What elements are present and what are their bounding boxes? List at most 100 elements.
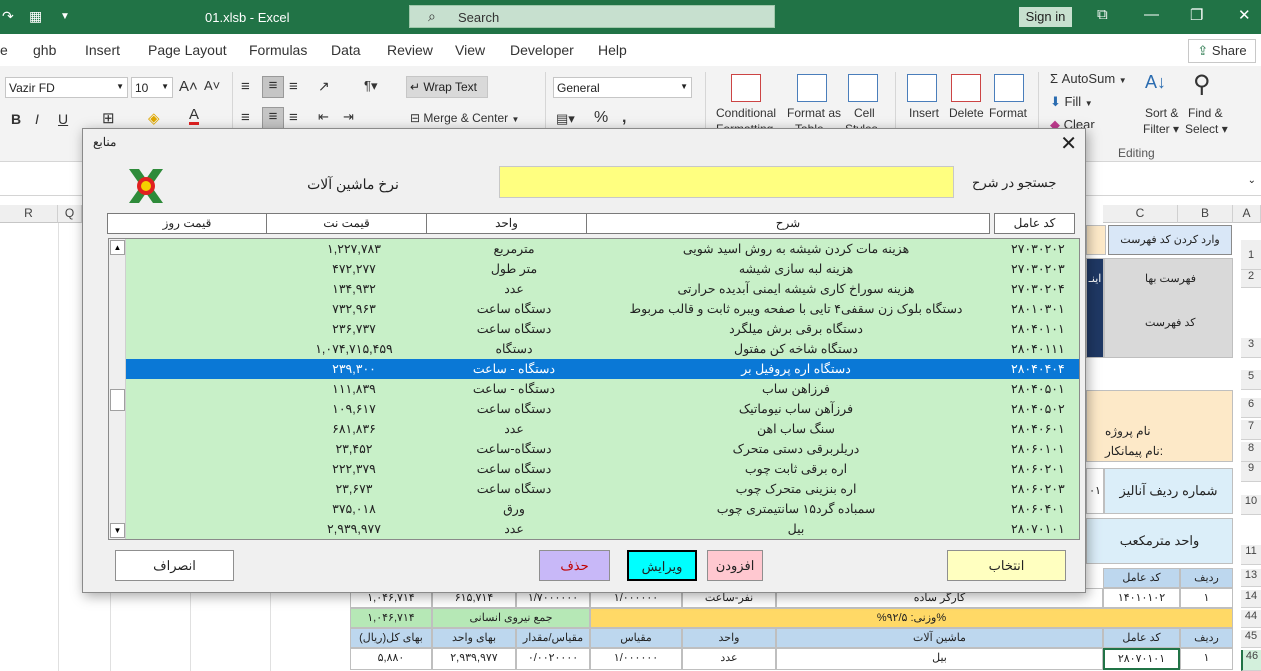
underline-button[interactable]: U	[58, 111, 68, 127]
cell-styles-icon[interactable]	[848, 74, 878, 102]
list-item[interactable]: ۲۸۰۶۰۱۰۱ دریلربرقی دستی متحرک دستگاه-ساعت ۲…	[126, 439, 1079, 459]
comma-style-icon[interactable]: ,	[622, 109, 626, 127]
cancel-button[interactable]: انصراف	[115, 550, 234, 581]
close-icon[interactable]: ✕	[1238, 6, 1251, 24]
conditional-formatting-icon[interactable]	[731, 74, 761, 102]
sort-filter-label[interactable]: Sort &	[1145, 106, 1178, 120]
cell-styles-label[interactable]: Cell	[854, 106, 875, 120]
list-item[interactable]: ۲۷۰۳۰۲۰۳ هزینه لبه سازی شیشه متر طول ۴۷۲,۲۷…	[126, 259, 1079, 279]
increase-indent-icon[interactable]: ⇥	[343, 109, 354, 125]
column-header-r[interactable]: R	[0, 205, 58, 223]
find-select-label[interactable]: Find &	[1188, 106, 1223, 120]
analysis-row-number-cell[interactable]: شماره ردیف آنالیز	[1104, 468, 1233, 514]
row-header[interactable]: 46	[1241, 650, 1261, 671]
percent-icon[interactable]: %	[594, 109, 608, 127]
resources-list[interactable]: ▲ ▼ ۲۷۰۳۰۲۰۲ هزینه مات کردن شیشه به روش ا…	[108, 238, 1080, 540]
column-header-day-price[interactable]: قیمت روز	[107, 213, 267, 234]
sheet-header-cell[interactable]: واحد	[682, 628, 776, 648]
bold-button[interactable]: B	[11, 111, 21, 127]
expand-formula-icon[interactable]: ⌄	[1248, 175, 1256, 186]
sheet-cell[interactable]: ۱/۰۰۰۰۰۰	[590, 648, 682, 670]
font-name-select[interactable]: Vazir FD ▼	[5, 77, 128, 98]
conditional-formatting-label[interactable]: Conditional	[716, 106, 776, 120]
decrease-font-icon[interactable]: A˅	[204, 78, 220, 93]
row-header-cell[interactable]: ردیف	[1180, 568, 1233, 588]
select-button[interactable]: انتخاب	[947, 550, 1066, 581]
list-item[interactable]: ۲۸۰۴۰۱۱۱ دستگاه شاخه کن مفتول دستگاه ۱,۰۷۴,…	[126, 339, 1079, 359]
list-item[interactable]: ۲۸۰۴۰۱۰۱ دستگاه برقی برش میلگرد دستگاه ساع…	[126, 319, 1079, 339]
find-select-icon[interactable]: ⚲	[1193, 70, 1211, 99]
align-right-icon[interactable]: ≡	[289, 109, 298, 126]
align-middle-icon[interactable]: ≡	[262, 76, 284, 98]
accounting-format-icon[interactable]: ▤▾	[556, 111, 575, 127]
row-header[interactable]: 8	[1241, 442, 1261, 462]
scroll-thumb[interactable]	[110, 389, 125, 411]
increase-font-icon[interactable]: A˄	[179, 78, 198, 95]
tab-insert[interactable]: Insert	[85, 42, 120, 58]
align-left-icon[interactable]: ≡	[241, 109, 250, 126]
active-cell[interactable]: ۲۸۰۷۰۱۰۱	[1103, 648, 1180, 670]
add-button[interactable]: افزودن	[707, 550, 763, 581]
orientation-icon[interactable]: ↗	[318, 78, 330, 95]
sheet-header-cell[interactable]: کد عامل	[1103, 628, 1180, 648]
paragraph-direction-icon[interactable]: ¶▾	[364, 78, 378, 94]
unit-cell[interactable]: واحد مترمکعب	[1086, 518, 1233, 564]
find-select-label2[interactable]: Select ▾	[1185, 122, 1228, 136]
clear-button[interactable]: ◆ Clear	[1050, 117, 1095, 128]
align-bottom-icon[interactable]: ≡	[289, 78, 298, 95]
tab-data[interactable]: Data	[331, 42, 361, 58]
list-item[interactable]: ۲۸۰۶۰۲۰۳ اره بنزینی متحرک چوب دستگاه ساعت ۲…	[126, 479, 1079, 499]
row-header[interactable]: 3	[1241, 338, 1261, 358]
sheet-cell[interactable]: ۱	[1180, 648, 1233, 670]
sheet-header-cell[interactable]: ماشین آلات	[776, 628, 1103, 648]
list-scrollbar[interactable]: ▲ ▼	[109, 239, 126, 539]
delete-button[interactable]: حذف	[539, 550, 610, 581]
font-color-icon[interactable]: A	[189, 107, 200, 125]
sheet-cell[interactable]: ۱	[1180, 588, 1233, 608]
table-icon[interactable]: ▦	[29, 8, 42, 25]
ribbon-display-icon[interactable]: ⧉	[1097, 6, 1108, 23]
row-header[interactable]: 1	[1241, 240, 1261, 270]
fill-color-icon[interactable]: ◈	[148, 109, 160, 127]
sheet-cell[interactable]: عدد	[682, 648, 776, 670]
redo-icon[interactable]: ↷	[2, 8, 14, 25]
sheet-header-cell[interactable]: بهای کل(ریال)	[350, 628, 432, 648]
weight-percentage-cell[interactable]: %وزنی: ۹۲/۵%	[590, 608, 1233, 628]
scroll-up-icon[interactable]: ▲	[110, 240, 125, 255]
dialog-close-icon[interactable]: ✕	[1060, 131, 1077, 156]
fill-button[interactable]: ⬇ Fill ▼	[1050, 94, 1093, 110]
row-header[interactable]: 11	[1241, 545, 1261, 565]
row-header[interactable]: 9	[1241, 462, 1261, 482]
row-header[interactable]: 2	[1241, 270, 1261, 288]
insert-cells-label[interactable]: Insert	[909, 106, 939, 120]
sheet-header-cell[interactable]: بهای واحد	[432, 628, 516, 648]
tab-developer[interactable]: Developer	[510, 42, 574, 58]
insert-cells-icon[interactable]	[907, 74, 937, 102]
edit-button[interactable]: ویرایش	[627, 550, 697, 581]
delete-cells-label[interactable]: Delete	[949, 106, 984, 120]
tab-ghb[interactable]: ghb	[33, 42, 56, 58]
column-header-code[interactable]: کد عامل	[994, 213, 1075, 234]
labor-total-value-cell[interactable]: ۱,۰۴۶,۷۱۴	[350, 608, 432, 628]
sort-filter-icon[interactable]: A↓	[1145, 72, 1166, 93]
list-item[interactable]: ۲۸۰۴۰۵۰۱ فرزاهن ساب دستگاه - ساعت ۱۱۱,۸۳۹	[126, 379, 1079, 399]
share-button[interactable]: ⇪ Share	[1188, 39, 1256, 63]
minimize-icon[interactable]: —	[1144, 6, 1159, 23]
row-header[interactable]: 6	[1241, 398, 1261, 418]
labor-total-label-cell[interactable]: جمع نیروی انسانی	[432, 608, 590, 628]
format-cells-label[interactable]: Format	[989, 106, 1027, 120]
format-as-table-label[interactable]: Format as	[787, 106, 841, 120]
column-header-c[interactable]: C	[1103, 205, 1178, 223]
wrap-text-button[interactable]: ↵ Wrap Text	[406, 76, 488, 98]
list-item[interactable]: ۲۸۰۴۰۶۰۱ سنگ ساب اهن عدد ۶۸۱,۸۳۶	[126, 419, 1079, 439]
sort-filter-label2[interactable]: Filter ▾	[1143, 122, 1179, 136]
maximize-icon[interactable]: ❐	[1190, 6, 1203, 24]
list-item[interactable]: ۲۷۰۳۰۲۰۲ هزینه مات کردن شیشه به روش اسید …	[126, 239, 1079, 259]
list-item[interactable]: ۲۸۰۴۰۵۰۲ فرزآهن ساب نیوماتیک دستگاه ساعت ۱۰…	[126, 399, 1079, 419]
row-header[interactable]: 13	[1241, 569, 1261, 587]
list-item[interactable]: ۲۸۰۴۰۴۰۴ دستگاه اره پروفیل بر دستگاه - ساع…	[126, 359, 1079, 379]
sheet-header-cell[interactable]: مقیاس/مقدار	[516, 628, 590, 648]
tab-formulas[interactable]: Formulas	[249, 42, 307, 58]
agent-code-header-cell[interactable]: کد عامل	[1103, 568, 1180, 588]
number-format-select[interactable]: General ▼	[553, 77, 692, 98]
